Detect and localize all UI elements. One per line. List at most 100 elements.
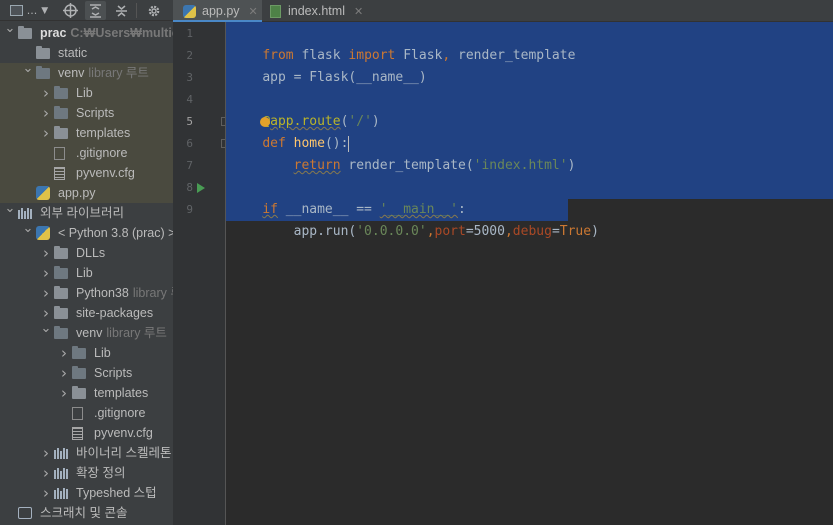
chevron-right-icon[interactable]: › [40,263,52,283]
tree-item-label: templates [94,383,148,403]
chevron-down-icon[interactable]: ⌄ [22,223,34,239]
tree-item[interactable]: › Lib [0,83,173,103]
tree-item[interactable]: ⌄ venv library 루트 [0,323,173,343]
line-number: 6 [186,137,193,150]
chevron-down-icon[interactable]: ⌄ [22,63,34,79]
tree-item[interactable]: 스크래치 및 콘솔 [0,503,173,523]
tree-item-label: venv library 루트 [76,323,167,343]
library-icon [54,468,68,479]
collapse-all-icon[interactable] [111,1,131,20]
folder-icon [54,86,68,99]
folder-icon [72,346,86,359]
chevron-right-icon[interactable]: › [40,83,52,103]
tree-item-name: Lib [76,86,93,100]
tree-item[interactable]: › 확장 정의 [0,463,173,483]
chevron-down-icon[interactable]: ⌄ [40,323,52,339]
tree-item[interactable]: pyvenv.cfg [0,423,173,443]
line-number: 9 [186,203,193,216]
tree-item-name: site-packages [76,306,154,320]
tree-item-name: < Python 3.8 (prac) > [58,226,173,240]
tree-item-label: .gitignore [76,143,127,163]
config-file-icon [54,167,65,180]
chevron-right-icon[interactable]: › [40,463,52,483]
tree-item[interactable]: .gitignore [0,143,173,163]
tab-index-html[interactable]: index.html ✕ [262,0,372,22]
scratch-console-icon [18,507,32,519]
gitignore-file-icon [72,407,83,420]
tree-item-name: templates [76,126,131,140]
editor-tab-bar: app.py ✕ index.html ✕ [173,0,833,23]
tree-item[interactable]: pyvenv.cfg [0,163,173,183]
chevron-right-icon[interactable]: › [58,383,70,403]
tree-item-label: 스크래치 및 콘솔 [40,503,127,523]
close-icon[interactable]: ✕ [249,5,258,18]
code-line-5: def home(): [262,135,350,152]
line-number: 2 [186,49,193,62]
tree-item-name: static [58,46,88,60]
tree-item[interactable]: .gitignore [0,403,173,423]
tree-item-name: Scripts [76,106,115,120]
tree-item-name: 확장 정의 [76,466,126,480]
tree-item[interactable]: › Lib [0,263,173,283]
chevron-right-icon[interactable]: › [58,363,70,383]
tab-app-py[interactable]: app.py ✕ [173,0,262,23]
chevron-right-icon[interactable]: › [58,343,70,363]
chevron-right-icon[interactable]: › [40,123,52,143]
tree-item-name: app.py [58,186,96,200]
run-icon[interactable] [197,183,205,193]
library-icon [18,208,32,219]
locate-icon[interactable] [60,1,80,20]
folder-icon [72,386,86,399]
tree-item[interactable]: ⌄ pracC:₩Users₩multicam [0,23,173,43]
close-icon[interactable]: ✕ [354,5,363,18]
tree-item[interactable]: › Python38library 루 [0,283,173,303]
tree-item[interactable]: ⌄ 외부 라이브러리 [0,203,173,223]
html-file-icon [270,4,281,18]
tree-item-name: pyvenv.cfg [94,426,153,440]
chevron-right-icon[interactable]: › [40,483,52,503]
tree-item-hint: C:₩Users₩multicam [70,26,173,40]
settings-gear-icon[interactable] [144,1,164,20]
tree-item-name: DLLs [76,246,106,260]
chevron-right-icon[interactable]: › [40,303,52,323]
code-line-1: from flask import Flask, render_template [262,48,576,63]
chevron-right-icon[interactable]: › [40,283,52,303]
chevron-down-icon[interactable]: ⌄ [4,23,16,39]
chevron-down-icon[interactable]: ⌄ [4,203,16,219]
tree-item-name: pyvenv.cfg [76,166,135,180]
tree-item[interactable]: › Scripts [0,363,173,383]
chevron-right-icon[interactable]: › [40,443,52,463]
tree-item[interactable]: › site-packages [0,303,173,323]
tree-item-label: Scripts [76,103,114,123]
tree-item[interactable]: › 바이너리 스켈레톤 [0,443,173,463]
folder-icon [54,106,68,119]
line-number: 1 [186,27,193,40]
tree-item-label: pracC:₩Users₩multicam [40,23,173,43]
tree-item[interactable]: › Lib [0,343,173,363]
tree-item-name: Lib [94,346,111,360]
tree-item[interactable]: ⌄ < Python 3.8 (prac) > [0,223,173,243]
tree-item-hint: library 루트 [106,326,167,340]
code-line-8: if __name__ == '__main__': [262,202,466,217]
tree-item[interactable]: ⌄ venv library 루트 [0,63,173,83]
toolbar-divider [136,3,137,18]
tree-item-hint: library 루트 [88,66,149,80]
tree-item[interactable]: › Scripts [0,103,173,123]
tree-item[interactable]: › Typeshed 스텁 [0,483,173,503]
tree-item[interactable]: › templates [0,123,173,143]
tree-item[interactable]: app.py [0,183,173,203]
expand-all-icon[interactable] [85,1,106,20]
tab-label: index.html [288,4,345,18]
chevron-right-icon[interactable]: › [40,243,52,263]
tree-item-label: DLLs [76,243,105,263]
view-dropdown[interactable]: ... ▼ [4,1,54,20]
tree-item-hint: library 루 [132,286,173,300]
chevron-right-icon[interactable]: › [40,103,52,123]
code-editor[interactable]: from flask import Flask, render_template… [226,22,833,525]
tree-item-name: Lib [76,266,93,280]
folder-icon [54,246,68,259]
tree-item[interactable]: › templates [0,383,173,403]
python-icon [36,226,50,240]
tree-item[interactable]: static [0,43,173,63]
tree-item[interactable]: › DLLs [0,243,173,263]
